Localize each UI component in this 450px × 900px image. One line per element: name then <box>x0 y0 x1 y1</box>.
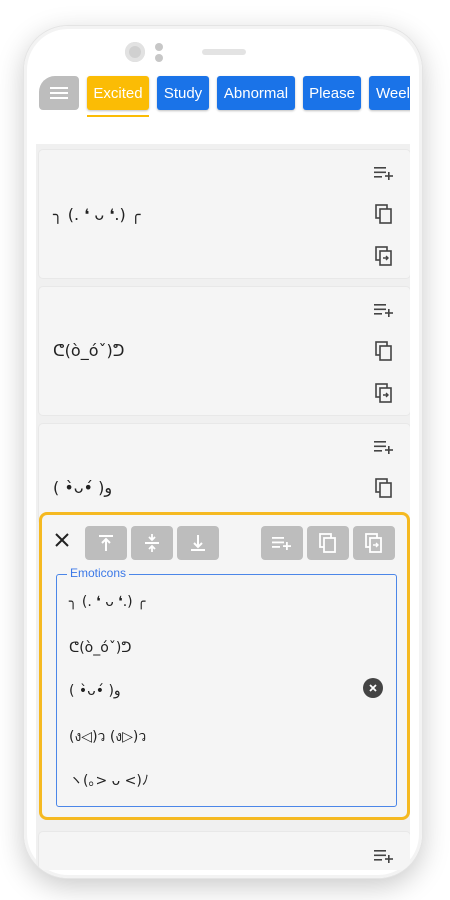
open-in-button[interactable] <box>372 381 396 405</box>
playlist-add-icon <box>374 304 393 317</box>
open-in-icon <box>375 246 392 266</box>
add-to-list-button[interactable] <box>372 298 396 322</box>
sensor-icon <box>155 54 163 62</box>
emoticon-card[interactable]: ╮ (. ❛ ᴗ ❛.) ╭ <box>39 150 410 278</box>
copy-button[interactable] <box>372 202 396 226</box>
menu-icon <box>50 87 68 99</box>
sensor-icon <box>155 43 163 51</box>
active-tab-indicator <box>87 115 149 117</box>
copy-button[interactable] <box>372 476 396 500</box>
align-top-icon <box>99 535 113 551</box>
tab-please[interactable]: Please <box>303 76 361 110</box>
tab-study[interactable]: Study <box>157 76 209 110</box>
tab-weel[interactable]: Weel <box>369 76 410 110</box>
app-screen: Excited Study Abnormal Please Weel ╮ (. … <box>36 70 410 870</box>
open-in-icon <box>375 383 392 403</box>
emoticon-text: ╮ (. ❛ ᴗ ❛.) ╭ <box>53 205 141 224</box>
align-middle-icon <box>145 534 159 552</box>
menu-button[interactable] <box>39 76 79 110</box>
speaker-grille <box>202 49 246 55</box>
copy-icon <box>375 341 392 361</box>
emoticon-card[interactable]: ᕦ(ò_óˇ)ᕤ <box>39 287 410 415</box>
copy-icon <box>375 478 392 498</box>
align-bottom-icon <box>191 535 205 551</box>
emoticons-textarea[interactable]: Emoticons ╮ (. ❛ ᴗ ❛.) ╭ ᕦ(ò_óˇ)ᕤ ( •̀ᴗ•… <box>56 566 397 807</box>
field-label: Emoticons <box>67 566 130 580</box>
move-bottom-button[interactable] <box>177 526 219 560</box>
camera-icon <box>125 42 145 62</box>
emoticon-text: ᕦ(ò_óˇ)ᕤ <box>53 341 125 360</box>
textarea-line: ヽ(｡> ᴗ <)ﾉ <box>69 773 149 789</box>
copy-icon <box>375 204 392 224</box>
add-to-list-button[interactable] <box>372 844 396 868</box>
add-to-list-button[interactable] <box>261 526 303 560</box>
move-top-button[interactable] <box>85 526 127 560</box>
edit-panel: Emoticons ╮ (. ❛ ᴗ ❛.) ╭ ᕦ(ò_óˇ)ᕤ ( •̀ᴗ•… <box>39 512 410 820</box>
playlist-add-icon <box>374 167 393 180</box>
playlist-add-icon <box>272 537 291 550</box>
playlist-add-icon <box>374 441 393 454</box>
add-to-list-button[interactable] <box>372 161 396 185</box>
tab-abnormal[interactable]: Abnormal <box>217 76 295 110</box>
open-in-button[interactable] <box>372 244 396 268</box>
tab-excited[interactable]: Excited <box>87 76 149 110</box>
copy-icon <box>319 533 336 553</box>
add-to-list-button[interactable] <box>372 435 396 459</box>
open-in-icon <box>365 533 382 553</box>
close-button[interactable] <box>54 530 70 552</box>
textarea-line: (ง◁)ว (ง▷)ว <box>69 729 147 745</box>
textarea-line: ( •̀ᴗ•́ )و <box>69 683 121 699</box>
copy-button[interactable] <box>372 339 396 363</box>
emoticon-card[interactable] <box>39 832 410 870</box>
open-in-button[interactable] <box>353 526 395 560</box>
playlist-add-icon <box>374 850 393 863</box>
copy-button[interactable] <box>307 526 349 560</box>
phone-frame: Excited Study Abnormal Please Weel ╮ (. … <box>24 26 422 878</box>
clear-button[interactable] <box>363 678 383 698</box>
category-tab-bar: Excited Study Abnormal Please Weel <box>36 70 410 144</box>
move-middle-button[interactable] <box>131 526 173 560</box>
close-icon <box>55 533 69 547</box>
textarea-line: ╮ (. ❛ ᴗ ❛.) ╭ <box>69 594 146 610</box>
emoticon-card[interactable]: ( •̀ᴗ•́ )و <box>39 424 410 524</box>
clear-icon <box>369 684 377 692</box>
emoticon-text: ( •̀ᴗ•́ )و <box>53 478 113 497</box>
textarea-line: ᕦ(ò_óˇ)ᕤ <box>69 640 132 656</box>
